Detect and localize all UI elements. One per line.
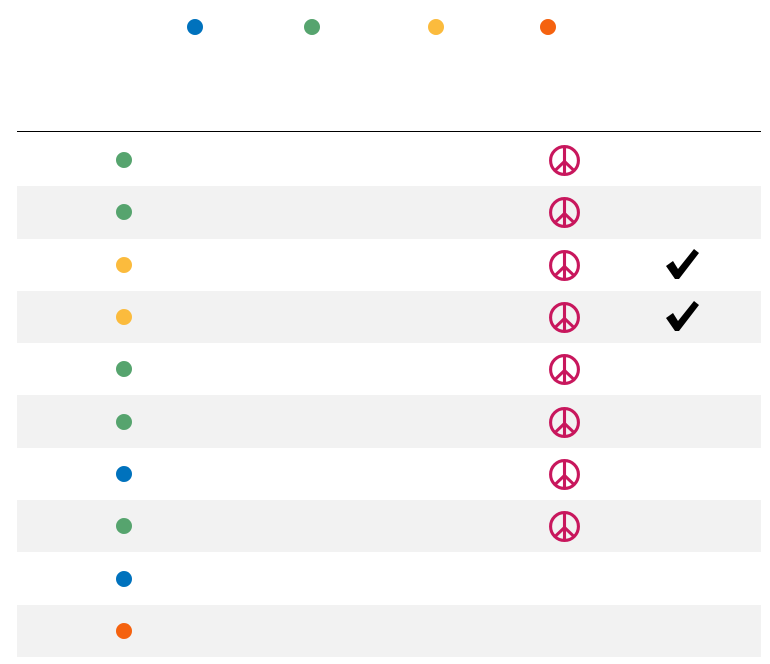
status-dot-icon (116, 518, 132, 535)
table-row (17, 395, 761, 448)
legend-green-dot-icon (304, 19, 320, 35)
table-row (17, 552, 761, 604)
legend-blue-dot-icon (187, 19, 203, 35)
table-row (17, 343, 761, 395)
header-divider (17, 131, 761, 132)
status-dot-icon (116, 465, 132, 482)
peace-icon (549, 302, 580, 333)
status-dot-icon (116, 570, 132, 587)
peace-icon (549, 197, 580, 229)
peace-icon (549, 145, 580, 177)
checkmark-icon (666, 248, 699, 279)
table-row (17, 239, 761, 291)
status-dot-icon (116, 152, 132, 169)
table-row (17, 604, 761, 657)
status-dot-icon (116, 361, 132, 378)
status-dot-icon (116, 622, 132, 639)
table-row (17, 186, 761, 239)
status-dot-icon (116, 413, 132, 430)
table-row (17, 500, 761, 553)
peace-icon (549, 511, 580, 543)
status-dot-icon (116, 256, 132, 273)
status-table (17, 134, 761, 657)
status-dot-icon (116, 204, 132, 221)
peace-icon (549, 249, 580, 281)
peace-icon (549, 458, 580, 490)
peace-icon (549, 406, 580, 438)
status-dot-icon (116, 309, 132, 326)
checkmark-icon (666, 301, 699, 332)
table-row (17, 134, 761, 186)
table-row (17, 290, 761, 344)
table-row (17, 448, 761, 500)
legend (0, 0, 770, 60)
legend-orange-dot-icon (540, 19, 556, 35)
legend-yellow-dot-icon (428, 19, 444, 35)
peace-icon (549, 354, 580, 386)
